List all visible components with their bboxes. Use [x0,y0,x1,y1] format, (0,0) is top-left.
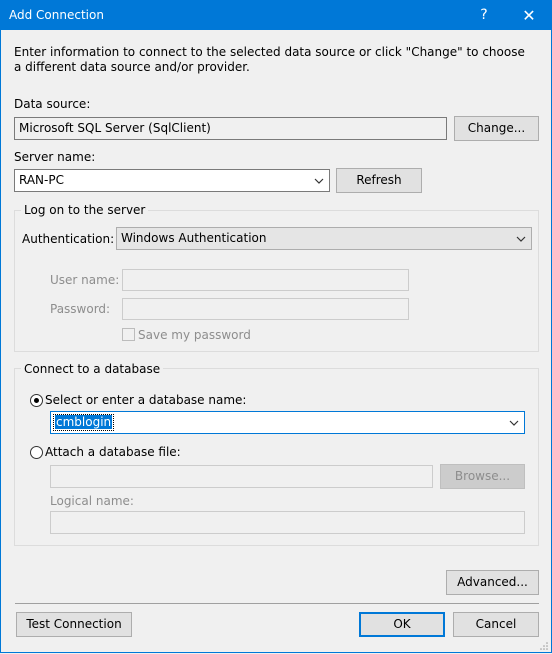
username-input[interactable] [122,269,409,291]
help-icon: ? [480,7,488,23]
radio-selected-dot [34,398,39,403]
window-title: Add Connection [9,8,104,22]
refresh-button[interactable]: Refresh [336,168,422,193]
password-label: Password: [50,302,111,316]
test-connection-label: Test Connection [26,617,122,631]
change-button[interactable]: Change... [454,116,539,141]
data-source-field: Microsoft SQL Server (SqlClient) [14,117,447,140]
browse-button[interactable]: Browse... [440,464,525,489]
browse-button-label: Browse... [454,469,511,483]
database-group-title: Connect to a database [21,362,164,376]
database-name-combobox[interactable]: cmblogin [50,411,525,434]
cancel-button[interactable]: Cancel [453,612,539,637]
server-name-label: Server name: [14,150,96,164]
ok-button-label: OK [393,617,411,631]
username-label: User name: [50,273,120,287]
close-icon: ✕ [522,6,536,25]
authentication-label: Authentication: [22,232,115,246]
server-name-combobox[interactable]: RAN-PC [14,169,330,192]
change-button-label: Change... [467,121,526,135]
attach-database-label: Attach a database file: [45,445,181,459]
test-connection-button[interactable]: Test Connection [16,612,132,637]
save-password-checkbox[interactable] [122,328,135,341]
help-button[interactable]: ? [462,1,506,30]
refresh-button-label: Refresh [356,173,402,187]
advanced-button-label: Advanced... [457,575,528,589]
advanced-button[interactable]: Advanced... [446,570,539,595]
attach-database-radio[interactable] [30,446,43,459]
resize-grip-icon[interactable] [539,640,549,650]
add-connection-dialog: Add Connection ? ✕ Enter information to … [0,0,552,653]
data-source-label: Data source: [14,97,91,111]
server-name-value: RAN-PC [19,173,64,187]
authentication-value: Windows Authentication [121,231,267,245]
attach-file-input[interactable] [50,465,433,488]
database-name-value: cmblogin [55,415,113,429]
chevron-down-icon[interactable] [514,228,528,249]
ok-button[interactable]: OK [359,612,445,637]
logon-group-title: Log on to the server [21,203,149,217]
authentication-combobox[interactable]: Windows Authentication [116,227,532,250]
title-bar[interactable]: Add Connection ? ✕ [1,1,551,30]
cancel-button-label: Cancel [475,617,517,631]
logical-name-label: Logical name: [50,494,134,508]
chevron-down-icon[interactable] [507,412,521,433]
chevron-down-icon[interactable] [312,170,326,191]
intro-text: Enter information to connect to the sele… [14,45,525,74]
select-database-label: Select or enter a database name: [45,393,247,407]
save-password-label: Save my password [138,328,251,342]
separator-line [15,603,539,604]
close-button[interactable]: ✕ [507,1,551,30]
database-name-focus: cmblogin [53,414,115,431]
logical-name-input[interactable] [50,511,525,534]
select-database-radio[interactable] [30,394,43,407]
password-input[interactable] [122,298,409,320]
data-source-value: Microsoft SQL Server (SqlClient) [19,121,211,135]
